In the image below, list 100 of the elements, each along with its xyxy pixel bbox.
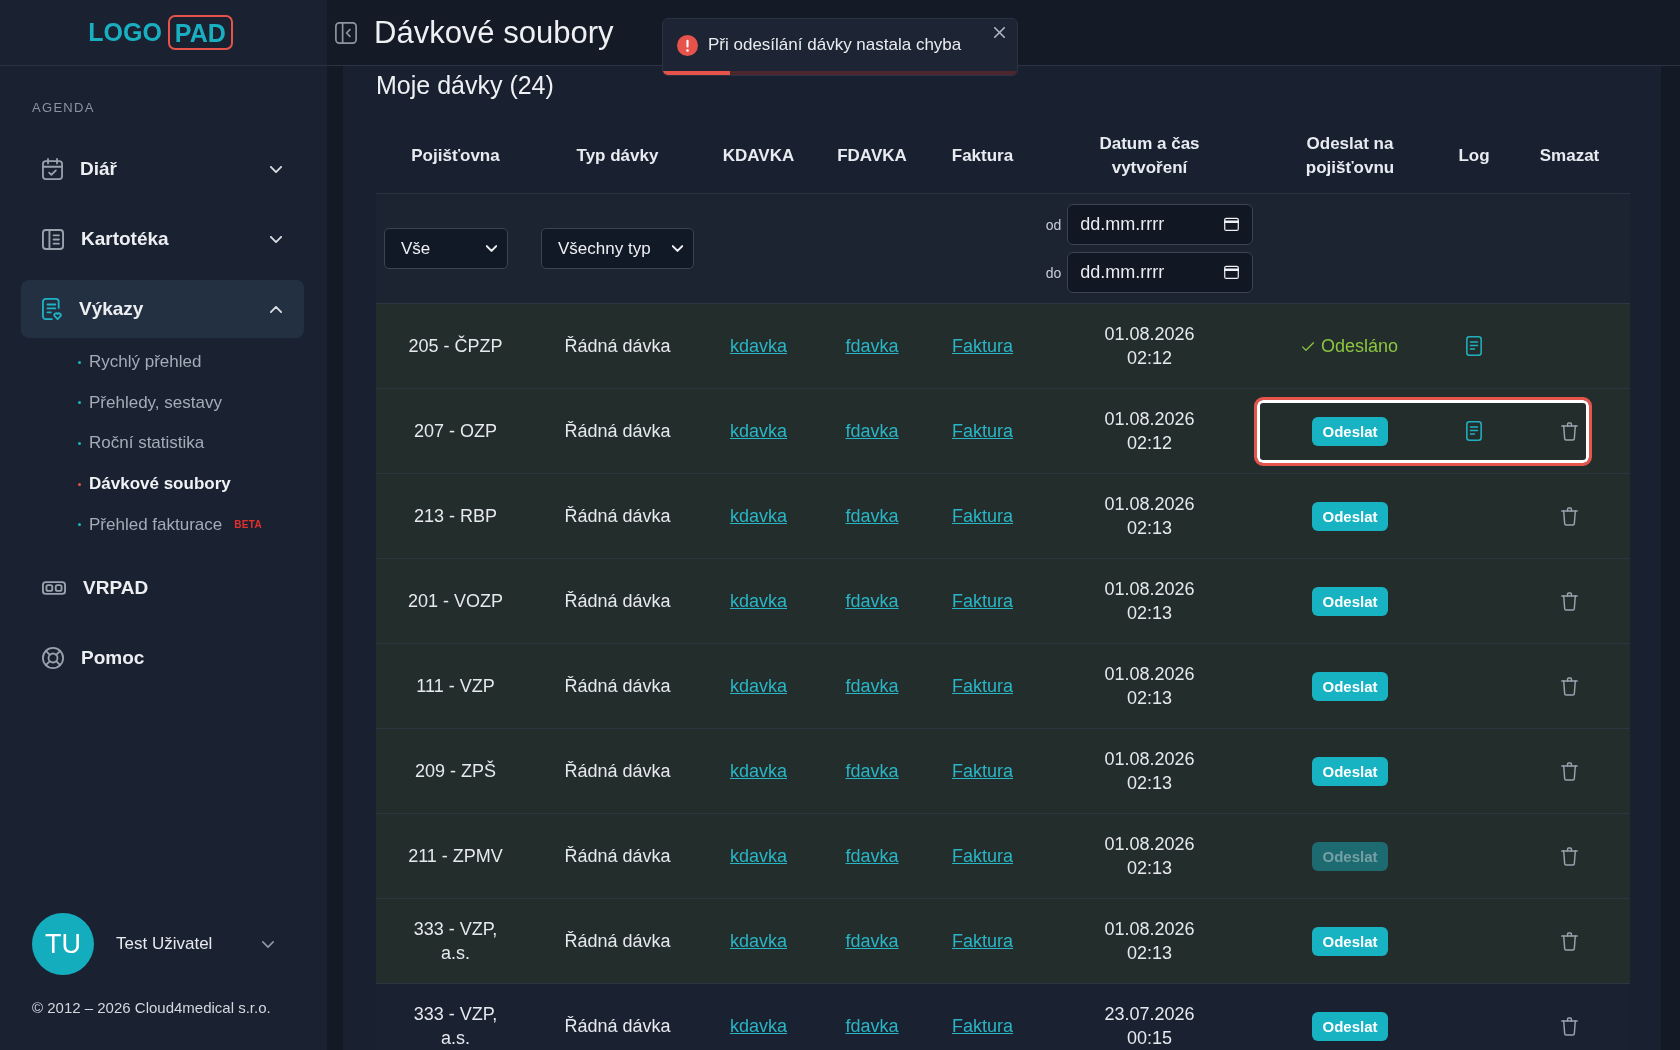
document-icon[interactable]	[1466, 421, 1482, 441]
fdavka-link[interactable]: fdavka	[845, 419, 899, 443]
nav-item[interactable]: Diář	[21, 140, 304, 198]
delete-icon[interactable]	[1561, 761, 1578, 781]
calendar-icon[interactable]	[1224, 217, 1240, 231]
nav-item[interactable]: Kartotéka	[21, 210, 304, 268]
fdavka-link[interactable]: fdavka	[845, 504, 899, 528]
batch-type: Řádná dávka	[564, 845, 671, 868]
batch-type: Řádná dávka	[564, 930, 671, 953]
insurer-name: 211 - ZPMV	[408, 845, 503, 868]
insurer-name: 213 - RBP	[413, 505, 497, 528]
sent-status: Odesláno	[1320, 335, 1399, 358]
insurer-name: 207 - OZP	[414, 420, 497, 443]
nav-item[interactable]: Pomoc	[21, 628, 304, 687]
fdavka-link[interactable]: fdavka	[845, 334, 899, 358]
user-name: Test Uživatel	[116, 934, 214, 954]
beta-label: BETA	[234, 519, 262, 531]
section-label: AGENDA	[32, 100, 95, 116]
invoice-link[interactable]: Faktura	[952, 844, 1013, 868]
created-datetime: 23.07.2026 00:15	[1103, 1003, 1196, 1050]
list-icon	[42, 228, 64, 250]
created-datetime: 01.08.2026 02:13	[1103, 493, 1196, 540]
error-icon	[677, 34, 698, 56]
batch-type: Řádná dávka	[564, 505, 671, 528]
document-icon[interactable]	[1466, 336, 1482, 356]
dot-icon	[78, 442, 81, 445]
kdavka-link[interactable]: kdavka	[729, 589, 787, 613]
fdavka-link[interactable]: fdavka	[845, 844, 899, 868]
calendar-icon[interactable]	[1224, 265, 1240, 279]
nav-subitem[interactable]: Rychlý přehled	[78, 352, 202, 373]
column-header: Pojišťovna	[411, 144, 500, 167]
batch-type: Řádná dávka	[564, 760, 671, 783]
created-datetime: 01.08.2026 02:13	[1103, 748, 1196, 795]
column-header: Typ dávky	[576, 144, 659, 167]
created-datetime: 01.08.2026 02:13	[1103, 578, 1196, 625]
insurer-name: 333 - VZP, a.s.	[412, 918, 499, 965]
chevron-down-icon[interactable]	[262, 940, 274, 948]
fdavka-link[interactable]: fdavka	[845, 929, 899, 953]
kdavka-link[interactable]: kdavka	[729, 1014, 787, 1038]
invoice-link[interactable]: Faktura	[952, 334, 1013, 358]
batch-type: Řádná dávka	[564, 590, 671, 613]
kdavka-link[interactable]: kdavka	[729, 759, 787, 783]
insurer-name: 209 - ZPŠ	[414, 759, 496, 783]
kdavka-link[interactable]: kdavka	[729, 334, 787, 358]
nav-subitem[interactable]: Dávkové soubory	[78, 474, 231, 495]
invoice-link[interactable]: Faktura	[952, 759, 1013, 783]
kdavka-link[interactable]: kdavka	[729, 504, 787, 528]
chevron-down-icon	[672, 245, 683, 252]
insurer-name: 111 - VZP	[416, 675, 495, 698]
kdavka-link[interactable]: kdavka	[729, 844, 787, 868]
nav-item[interactable]: Výkazy	[21, 280, 304, 338]
nav-item[interactable]: VRPAD	[21, 558, 304, 617]
kdavka-link[interactable]: kdavka	[729, 929, 787, 953]
type-select[interactable]: Všechny typ	[541, 228, 694, 269]
delete-icon[interactable]	[1561, 506, 1578, 526]
logo-text: LOGO	[88, 18, 162, 47]
invoice-link[interactable]: Faktura	[952, 504, 1013, 528]
document-heart-icon	[42, 298, 62, 320]
column-header: KDAVKA	[722, 144, 795, 167]
kdavka-link[interactable]: kdavka	[729, 419, 787, 443]
chevron-up-icon[interactable]	[270, 305, 282, 313]
fdavka-link[interactable]: fdavka	[845, 759, 899, 783]
delete-icon[interactable]	[1561, 846, 1578, 866]
fdavka-link[interactable]: fdavka	[845, 1014, 899, 1038]
delete-icon[interactable]	[1561, 676, 1578, 696]
copyright-text: © 2012 – 2026 Cloud4medical s.r.o.	[32, 999, 271, 1016]
delete-icon[interactable]	[1561, 591, 1578, 611]
dot-icon	[78, 523, 81, 527]
batch-type: Řádná dávka	[564, 335, 671, 358]
dot-icon	[78, 482, 81, 486]
invoice-link[interactable]: Faktura	[952, 589, 1013, 613]
batch-type: Řádná dávka	[564, 675, 671, 698]
column-header: Datum a čas vytvoření	[1098, 132, 1201, 179]
insurer-name: 205 - ČPZP	[408, 334, 503, 358]
column-header: Log	[1458, 144, 1490, 167]
date-to-field[interactable]: dd.mm.rrrr	[1067, 252, 1254, 293]
invoice-link[interactable]: Faktura	[952, 1014, 1013, 1038]
date-from-field[interactable]: dd.mm.rrrr	[1067, 204, 1254, 245]
delete-icon[interactable]	[1561, 421, 1578, 441]
nav-subitem[interactable]: Roční statistika	[78, 433, 205, 454]
date-to-label: do	[1045, 264, 1062, 281]
column-header: FDAVKA	[837, 144, 907, 167]
insurer-select[interactable]: Vše	[384, 228, 508, 269]
kdavka-link[interactable]: kdavka	[729, 674, 787, 698]
created-datetime: 01.08.2026 02:12	[1103, 408, 1196, 455]
check-icon	[1301, 341, 1314, 351]
nav-subitem[interactable]: Přehled fakturace	[78, 514, 223, 535]
invoice-link[interactable]: Faktura	[952, 674, 1013, 698]
invoice-link[interactable]: Faktura	[952, 929, 1013, 953]
fdavka-link[interactable]: fdavka	[845, 674, 899, 698]
section-title: Moje dávky (24)	[376, 71, 554, 99]
delete-icon[interactable]	[1561, 931, 1578, 951]
close-icon[interactable]	[994, 27, 1005, 38]
lifebuoy-icon	[42, 646, 64, 669]
sidebar-collapse-icon[interactable]	[335, 21, 357, 44]
nav-subitem[interactable]: Přehledy, sestavy	[78, 392, 222, 413]
created-datetime: 01.08.2026 02:13	[1103, 663, 1196, 710]
fdavka-link[interactable]: fdavka	[845, 589, 899, 613]
invoice-link[interactable]: Faktura	[952, 419, 1013, 443]
delete-icon[interactable]	[1561, 1016, 1578, 1036]
